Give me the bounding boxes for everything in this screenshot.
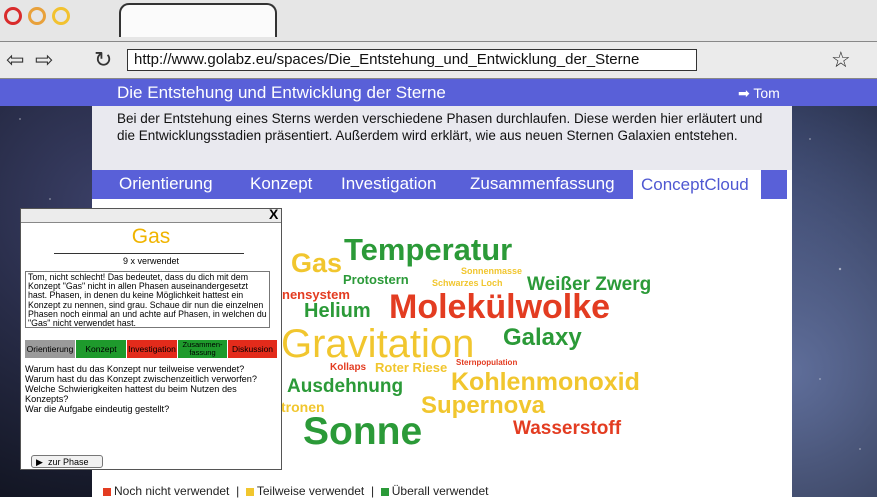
phase-tab-investigation[interactable]: Investigation [127,340,178,358]
legend-separator: | [236,484,240,498]
phase-tab-zusammenfassung[interactable]: Zusammen- fassung [178,340,228,358]
cloud-word[interactable]: Galaxy [503,324,582,352]
menu-konzept[interactable]: Konzept [250,174,312,194]
cloud-word[interactable]: Helium [304,300,371,323]
go-to-phase-label: zur Phase [47,457,89,467]
phase-tabs: Orientierung Konzept Investigation Zusam… [25,340,278,358]
legend-everywhere-used: Überall verwendet [391,484,489,498]
question-item: War die Aufgabe eindeutig gestellt? [25,404,170,414]
cloud-word[interactable]: Temperatur [344,232,512,268]
close-window-icon[interactable] [4,7,22,25]
question-item: Warum hast du das Konzept nur teilweise … [25,364,245,374]
usage-count: 9 x verwendet [122,256,180,266]
cloud-word[interactable]: Sternpopulation [456,358,517,367]
cloud-word[interactable]: Ausdehnung [287,376,403,398]
phase-tab-orientierung[interactable]: Orientierung [25,340,76,358]
reflection-questions: Warum hast du das Konzept nur teilweise … [25,364,278,414]
cloud-word[interactable]: Gas [291,248,342,279]
legend-yellow-swatch [245,487,254,496]
popup-titlebar[interactable] [21,209,281,223]
cloud-word[interactable]: Supernova [421,392,545,420]
reload-icon[interactable]: ↻ [94,48,112,72]
logout-icon: ➡ [738,85,750,101]
legend-separator: | [370,484,375,498]
phase-tab-diskussion[interactable]: Diskussion [228,340,278,358]
browser-titlebar [0,0,877,41]
cloud-word[interactable]: Kollaps [330,362,366,373]
back-icon[interactable]: ⇦ [6,48,24,72]
legend-partially-used: Teilweise verwendet [256,484,365,498]
menu-zusammenfassung[interactable]: Zusammenfassung [470,174,615,194]
phase-tab-konzept[interactable]: Konzept [76,340,127,358]
browser-tab[interactable] [119,3,277,37]
page-title: Die Entstehung und Entwicklung der Stern… [117,83,446,102]
bookmark-star-icon[interactable]: ☆ [831,47,851,73]
cloud-word[interactable]: Schwarzes Loch [432,278,503,288]
go-to-phase-button[interactable]: ▶ zur Phase [31,455,103,468]
forward-icon[interactable]: ⇨ [35,48,53,72]
cloud-word[interactable]: Sonne [303,410,422,454]
menu-conceptcloud[interactable]: ConceptCloud [633,170,761,199]
menu-orientierung[interactable]: Orientierung [119,174,213,194]
legend-not-used: Noch nicht verwendet [114,484,230,498]
legend-green-swatch [380,487,389,496]
user-menu[interactable]: ➡ Tom [738,85,780,102]
cloud-legend: Noch nicht verwendet | Teilweise verwend… [103,484,488,498]
cloud-word[interactable]: Wasserstoff [513,418,621,440]
maximize-window-icon[interactable] [52,7,70,25]
title-divider [54,253,244,254]
concept-title: Gas [131,225,171,248]
question-item: Warum hast du das Konzept zwischenzeitli… [25,374,258,384]
cloud-word[interactable]: Roter Riese [375,360,447,375]
cloud-word[interactable]: Sonnenmasse [461,266,522,276]
minimize-window-icon[interactable] [28,7,46,25]
feedback-text: Tom, nicht schlecht! Das bedeutet, dass … [25,271,270,328]
user-name: Tom [753,85,780,101]
intro-text: Bei der Entstehung eines Sterns werden v… [117,111,763,143]
cloud-word[interactable]: Protostern [343,272,409,287]
menu-investigation[interactable]: Investigation [341,174,436,194]
legend-red-swatch [103,487,111,496]
play-icon: ▶ [36,457,43,467]
close-icon[interactable]: X [269,206,278,222]
question-item: Welche Schwierigkeiten hattest du beim N… [25,384,237,404]
address-bar[interactable]: http://www.golabz.eu/spaces/Die_Entstehu… [127,49,697,71]
concept-popup: X Gas 9 x verwendet Tom, nicht schlecht!… [20,206,282,470]
browser-navbar: ⇦ ⇨ ↻ http://www.golabz.eu/spaces/Die_En… [0,41,877,79]
